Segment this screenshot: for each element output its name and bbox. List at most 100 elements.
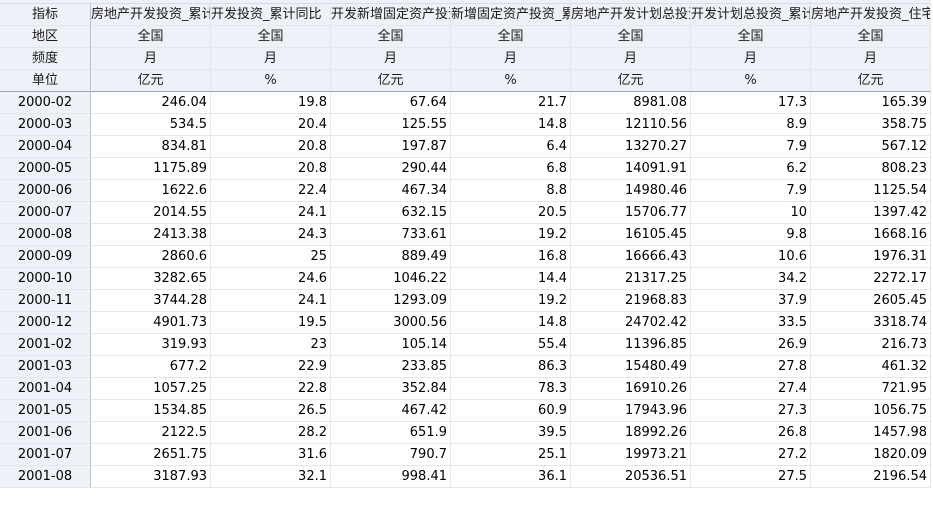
table-cell[interactable]: 27.3 bbox=[691, 400, 811, 422]
table-cell[interactable]: 34.2 bbox=[691, 268, 811, 290]
table-cell[interactable]: 1397.42 bbox=[811, 202, 931, 224]
table-cell[interactable]: 1457.98 bbox=[811, 422, 931, 444]
table-cell[interactable]: 10 bbox=[691, 202, 811, 224]
table-row[interactable]: 2001-04 1057.25 22.8 352.84 78.3 16910.26 27.4… bbox=[0, 378, 933, 400]
table-cell[interactable]: 216.73 bbox=[811, 334, 931, 356]
table-cell[interactable]: 24702.42 bbox=[571, 312, 691, 334]
table-cell[interactable]: 2196.54 bbox=[811, 466, 931, 488]
table-cell[interactable]: 16.8 bbox=[451, 246, 571, 268]
table-cell[interactable]: 165.39 bbox=[811, 92, 931, 114]
column-header-name[interactable]: 新增固定资产投资_累计同比 bbox=[451, 4, 571, 26]
table-cell[interactable]: 3000.56 bbox=[331, 312, 451, 334]
table-cell[interactable]: 1057.25 bbox=[91, 378, 211, 400]
table-cell[interactable]: 4901.73 bbox=[91, 312, 211, 334]
table-cell[interactable]: 677.2 bbox=[91, 356, 211, 378]
table-cell[interactable]: 834.81 bbox=[91, 136, 211, 158]
table-cell[interactable]: 2605.45 bbox=[811, 290, 931, 312]
table-cell[interactable]: 467.42 bbox=[331, 400, 451, 422]
table-cell[interactable]: 26.8 bbox=[691, 422, 811, 444]
table-cell[interactable]: 22.4 bbox=[211, 180, 331, 202]
table-cell[interactable]: 15706.77 bbox=[571, 202, 691, 224]
table-cell[interactable]: 1056.75 bbox=[811, 400, 931, 422]
row-date-cell[interactable]: 2000-11 bbox=[0, 290, 91, 312]
table-cell[interactable]: 1820.09 bbox=[811, 444, 931, 466]
table-cell[interactable]: 6.8 bbox=[451, 158, 571, 180]
table-cell[interactable]: 2860.6 bbox=[91, 246, 211, 268]
table-cell[interactable]: 16105.45 bbox=[571, 224, 691, 246]
table-cell[interactable]: 19973.21 bbox=[571, 444, 691, 466]
table-cell[interactable]: 20.8 bbox=[211, 158, 331, 180]
table-cell[interactable]: 808.23 bbox=[811, 158, 931, 180]
table-cell[interactable]: 16910.26 bbox=[571, 378, 691, 400]
table-cell[interactable]: 2272.17 bbox=[811, 268, 931, 290]
table-cell[interactable]: 3318.74 bbox=[811, 312, 931, 334]
table-cell[interactable]: 246.04 bbox=[91, 92, 211, 114]
table-cell[interactable]: 9.8 bbox=[691, 224, 811, 246]
table-cell[interactable]: 1046.22 bbox=[331, 268, 451, 290]
table-row[interactable]: 2001-02 319.93 23 105.14 55.4 11396.85 26.9 216… bbox=[0, 334, 933, 356]
table-cell[interactable]: 319.93 bbox=[91, 334, 211, 356]
table-cell[interactable]: 22.9 bbox=[211, 356, 331, 378]
column-header-name[interactable]: 开发新增固定资产投资 bbox=[331, 4, 451, 26]
table-cell[interactable]: 14.8 bbox=[451, 114, 571, 136]
table-cell[interactable]: 36.1 bbox=[451, 466, 571, 488]
table-cell[interactable]: 790.7 bbox=[331, 444, 451, 466]
table-cell[interactable]: 15480.49 bbox=[571, 356, 691, 378]
table-cell[interactable]: 11396.85 bbox=[571, 334, 691, 356]
table-cell[interactable]: 25.1 bbox=[451, 444, 571, 466]
row-date-cell[interactable]: 2001-04 bbox=[0, 378, 91, 400]
column-header-name[interactable]: 开发投资_累计同比 bbox=[211, 4, 331, 26]
table-cell[interactable]: 60.9 bbox=[451, 400, 571, 422]
row-date-cell[interactable]: 2000-07 bbox=[0, 202, 91, 224]
table-row[interactable]: 2001-08 3187.93 32.1 998.41 36.1 20536.51 27.5… bbox=[0, 466, 933, 488]
row-date-cell[interactable]: 2001-07 bbox=[0, 444, 91, 466]
table-cell[interactable]: 105.14 bbox=[331, 334, 451, 356]
table-cell[interactable]: 3187.93 bbox=[91, 466, 211, 488]
table-cell[interactable]: 23 bbox=[211, 334, 331, 356]
table-cell[interactable]: 24.1 bbox=[211, 290, 331, 312]
table-cell[interactable]: 1976.31 bbox=[811, 246, 931, 268]
table-row[interactable]: 2001-05 1534.85 26.5 467.42 60.9 17943.96 27.3… bbox=[0, 400, 933, 422]
column-header-name[interactable]: 房地产开发投资_住宅_累计值 bbox=[811, 4, 931, 26]
table-cell[interactable]: 27.5 bbox=[691, 466, 811, 488]
table-cell[interactable]: 19.2 bbox=[451, 290, 571, 312]
table-row[interactable]: 2000-04 834.81 20.8 197.87 6.4 13270.27 7.9 567… bbox=[0, 136, 933, 158]
table-row[interactable]: 2000-02 246.04 19.8 67.64 21.7 8981.08 17.3 165… bbox=[0, 92, 933, 114]
table-cell[interactable]: 55.4 bbox=[451, 334, 571, 356]
table-cell[interactable]: 290.44 bbox=[331, 158, 451, 180]
table-row[interactable]: 2000-03 534.5 20.4 125.55 14.8 12110.56 8.9 358… bbox=[0, 114, 933, 136]
table-cell[interactable]: 2651.75 bbox=[91, 444, 211, 466]
table-cell[interactable]: 1534.85 bbox=[91, 400, 211, 422]
table-cell[interactable]: 567.12 bbox=[811, 136, 931, 158]
table-cell[interactable]: 27.4 bbox=[691, 378, 811, 400]
row-date-cell[interactable]: 2001-06 bbox=[0, 422, 91, 444]
column-header-name[interactable]: 开发计划总投资_累计同比 bbox=[691, 4, 811, 26]
table-cell[interactable]: 1125.54 bbox=[811, 180, 931, 202]
table-cell[interactable]: 2122.5 bbox=[91, 422, 211, 444]
table-cell[interactable]: 20.4 bbox=[211, 114, 331, 136]
table-cell[interactable]: 3282.65 bbox=[91, 268, 211, 290]
table-cell[interactable]: 632.15 bbox=[331, 202, 451, 224]
table-cell[interactable]: 25 bbox=[211, 246, 331, 268]
table-cell[interactable]: 24.6 bbox=[211, 268, 331, 290]
table-cell[interactable]: 27.8 bbox=[691, 356, 811, 378]
table-cell[interactable]: 32.1 bbox=[211, 466, 331, 488]
table-cell[interactable]: 1668.16 bbox=[811, 224, 931, 246]
column-header-name[interactable]: 房地产开发投资_累计值 bbox=[91, 4, 211, 26]
table-cell[interactable]: 67.64 bbox=[331, 92, 451, 114]
table-row[interactable]: 2000-08 2413.38 24.3 733.61 19.2 16105.45 9.8 1… bbox=[0, 224, 933, 246]
table-cell[interactable]: 24.3 bbox=[211, 224, 331, 246]
row-date-cell[interactable]: 2000-06 bbox=[0, 180, 91, 202]
row-date-cell[interactable]: 2001-08 bbox=[0, 466, 91, 488]
table-cell[interactable]: 7.9 bbox=[691, 136, 811, 158]
table-cell[interactable]: 6.2 bbox=[691, 158, 811, 180]
table-cell[interactable]: 10.6 bbox=[691, 246, 811, 268]
table-cell[interactable]: 26.9 bbox=[691, 334, 811, 356]
table-cell[interactable]: 6.4 bbox=[451, 136, 571, 158]
row-date-cell[interactable]: 2001-03 bbox=[0, 356, 91, 378]
table-cell[interactable]: 22.8 bbox=[211, 378, 331, 400]
table-cell[interactable]: 14091.91 bbox=[571, 158, 691, 180]
row-date-cell[interactable]: 2001-02 bbox=[0, 334, 91, 356]
table-cell[interactable]: 21968.83 bbox=[571, 290, 691, 312]
table-cell[interactable]: 8981.08 bbox=[571, 92, 691, 114]
